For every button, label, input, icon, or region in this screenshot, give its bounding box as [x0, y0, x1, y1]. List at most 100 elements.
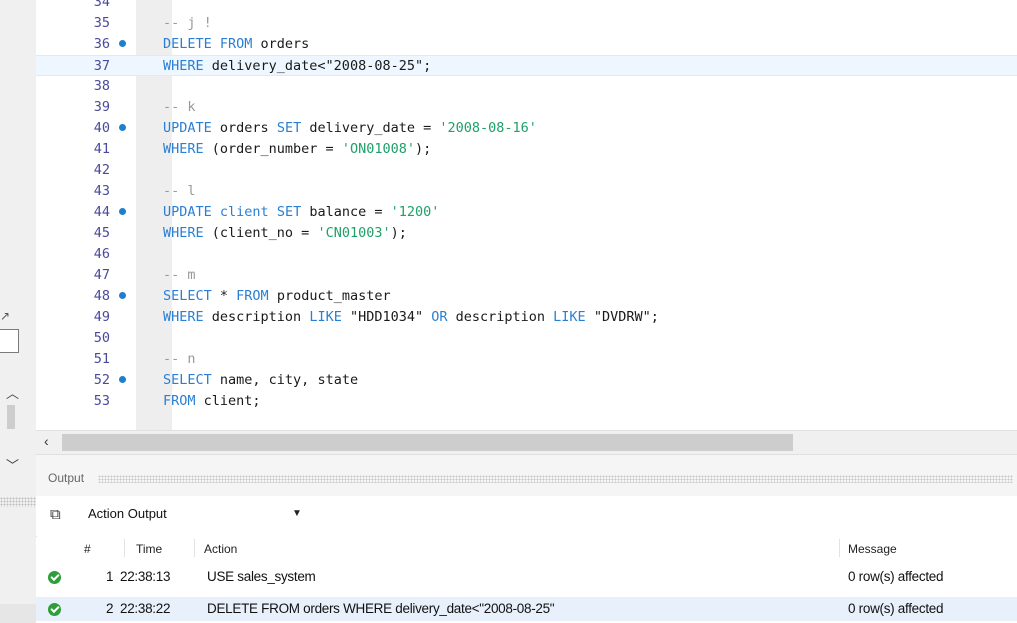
code-text: SELECT name, city, state [163, 370, 358, 391]
column-header-message[interactable]: Message [848, 542, 897, 556]
code-token: SET [276, 204, 302, 220]
code-token: SET [276, 120, 302, 136]
code-text: -- k [163, 97, 196, 118]
code-token: SELECT [163, 288, 212, 304]
code-token: * [211, 288, 237, 304]
code-line[interactable]: 51 -- n [36, 349, 1017, 370]
line-number: 40 [93, 120, 110, 136]
code-line[interactable]: 42 [36, 160, 1017, 181]
line-number: 39 [93, 99, 110, 115]
code-token: WHERE [163, 141, 204, 157]
code-token: name, city, state [211, 372, 359, 388]
code-token: -- j ! [163, 15, 212, 31]
sql-editor[interactable]: 34 35 -- j ! 36 DELETE FROM orders 37 WHERE de… [36, 0, 1017, 430]
line-number: 47 [93, 267, 110, 283]
copy-icon[interactable]: ⧉ [50, 506, 61, 523]
code-text: WHERE (client_no = 'CN01003'); [163, 223, 407, 244]
code-token: orders [252, 36, 310, 52]
line-number: 49 [93, 309, 110, 325]
column-header-time[interactable]: Time [136, 542, 162, 556]
code-token: -- l [163, 183, 196, 199]
code-line[interactable]: 38 [36, 76, 1017, 97]
code-line[interactable]: 40 UPDATE orders SET delivery_date = '200… [36, 118, 1017, 139]
breakpoint-dot-icon[interactable] [119, 376, 126, 383]
column-header-action[interactable]: Action [204, 542, 237, 556]
column-header-number[interactable]: # [84, 542, 91, 556]
breakpoint-dot-icon[interactable] [119, 40, 126, 47]
code-line[interactable]: 39 -- k [36, 97, 1017, 118]
code-token: -- m [163, 267, 196, 283]
code-token: product_master [268, 288, 391, 304]
check-circle-icon [48, 603, 61, 616]
row-time: 22:38:13 [120, 569, 171, 584]
left-panel-input[interactable] [0, 329, 19, 353]
code-token: OR [431, 309, 448, 325]
left-scrollbar-thumb[interactable] [7, 405, 15, 429]
code-token: (client_no = [203, 225, 318, 241]
code-token: -- k [163, 99, 196, 115]
line-number: 44 [93, 204, 110, 220]
code-line[interactable]: 45 WHERE (client_no = 'CN01003'); [36, 223, 1017, 244]
line-number: 41 [93, 141, 110, 157]
code-line[interactable]: 46 [36, 244, 1017, 265]
scroll-up-icon[interactable]: ︿ [6, 383, 19, 402]
row-time: 22:38:22 [120, 601, 171, 616]
code-token: SELECT [163, 372, 212, 388]
code-line[interactable]: 37 WHERE delivery_date<"2008-08-25"; [36, 55, 1017, 76]
code-text: -- l [163, 181, 196, 202]
line-number: 43 [93, 183, 110, 199]
code-line[interactable]: 52 SELECT name, city, state [36, 370, 1017, 391]
code-token: description [447, 309, 554, 325]
expand-icon[interactable]: ↗ [0, 309, 10, 323]
code-text: -- n [163, 349, 196, 370]
line-number: 46 [93, 246, 110, 262]
code-token: WHERE [163, 309, 204, 325]
code-token: (order_number = [203, 141, 342, 157]
table-row[interactable]: 2 22:38:22 DELETE FROM orders WHERE deli… [36, 597, 1017, 621]
breakpoint-dot-icon[interactable] [119, 292, 126, 299]
line-number: 48 [93, 288, 110, 304]
code-line[interactable]: 36 DELETE FROM orders [36, 34, 1017, 55]
splitter-grip[interactable] [0, 497, 36, 507]
code-line[interactable]: 41 WHERE (order_number = 'ON01008'); [36, 139, 1017, 160]
code-token: '2008-08-16' [439, 120, 537, 136]
code-token: UPDATE [163, 120, 212, 136]
code-token: "HDD1034" [341, 309, 432, 325]
code-text: DELETE FROM orders [163, 34, 309, 55]
code-token: LIKE [309, 309, 342, 325]
scroll-left-icon[interactable]: ‹ [44, 433, 49, 449]
output-mode-select[interactable]: Action Output [88, 506, 167, 521]
code-line[interactable]: 43 -- l [36, 181, 1017, 202]
code-line[interactable]: 49 WHERE description LIKE "HDD1034" OR de… [36, 307, 1017, 328]
line-number: 35 [93, 15, 110, 31]
editor-horizontal-scrollbar[interactable]: ‹ [36, 430, 1017, 455]
chevron-down-icon[interactable]: ▼ [292, 508, 302, 519]
row-number: 2 [106, 601, 114, 616]
code-text: WHERE description LIKE "HDD1034" OR desc… [163, 307, 659, 328]
code-line[interactable]: 44 UPDATE client SET balance = '1200' [36, 202, 1017, 223]
code-text: WHERE delivery_date<"2008-08-25"; [163, 56, 431, 77]
code-line[interactable]: 35 -- j ! [36, 13, 1017, 34]
line-number: 45 [93, 225, 110, 241]
horizontal-scrollbar-thumb[interactable] [62, 434, 793, 451]
table-row[interactable]: 1 22:38:13 USE sales_system 0 row(s) aff… [36, 565, 1017, 589]
code-line[interactable]: 34 [36, 0, 1017, 13]
breakpoint-dot-icon[interactable] [119, 208, 126, 215]
code-token: client [219, 204, 269, 220]
scroll-down-icon[interactable]: ﹀ [6, 455, 19, 474]
output-panel-grip[interactable] [98, 475, 1013, 483]
code-token: client; [195, 393, 261, 409]
code-token: WHERE [163, 225, 204, 241]
code-token: ); [414, 141, 432, 157]
line-number: 53 [93, 393, 110, 409]
breakpoint-dot-icon[interactable] [119, 124, 126, 131]
line-number: 36 [93, 36, 110, 52]
row-action: USE sales_system [207, 569, 316, 584]
code-token: ); [390, 225, 407, 241]
code-line[interactable]: 48 SELECT * FROM product_master [36, 286, 1017, 307]
code-token: 'ON01008' [341, 141, 415, 157]
code-line[interactable]: 47 -- m [36, 265, 1017, 286]
code-line[interactable]: 50 [36, 328, 1017, 349]
code-line[interactable]: 53 FROM client; [36, 391, 1017, 412]
